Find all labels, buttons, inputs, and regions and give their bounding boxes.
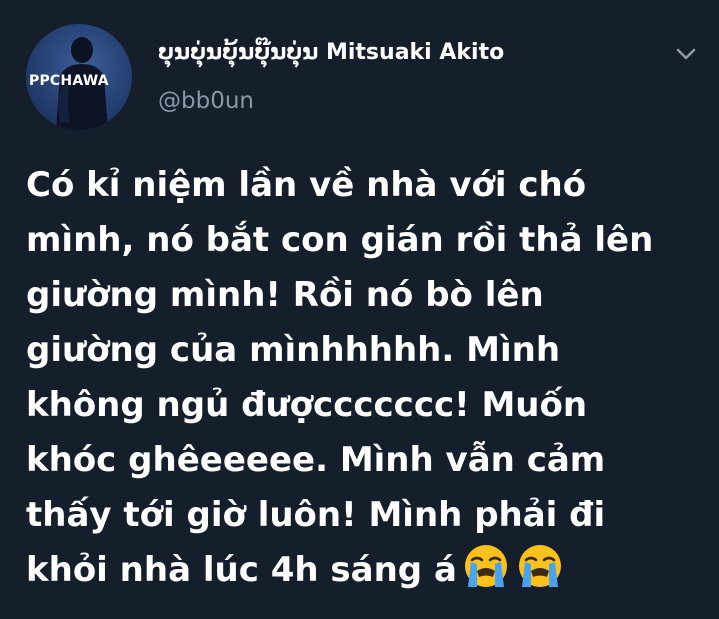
tweet-text: Có kỉ niệm lần về nhà với chó mình, nó b… [26,158,696,606]
emoji-group [463,543,571,606]
avatar[interactable]: PPCHAWA [26,24,132,130]
avatar-watermark-text: PPCHAWA [29,73,109,89]
display-name[interactable]: ບຸນບຸ່ນບຸ້ນບຸ໊ນບຸ່ນ Mitsuaki Akito [158,40,504,65]
loudly-crying-face-icon [464,545,507,587]
chevron-down-icon[interactable] [670,38,702,70]
tweet-card: PPCHAWA ບຸນບຸ່ນບຸ້ນບຸ໊ນບຸ່ນ Mitsuaki Aki… [0,0,719,619]
loudly-crying-face-icon [518,545,561,587]
tweet-body-text: Có kỉ niệm lần về nhà với chó mình, nó b… [26,165,654,590]
user-handle[interactable]: @bb0un [158,88,254,114]
